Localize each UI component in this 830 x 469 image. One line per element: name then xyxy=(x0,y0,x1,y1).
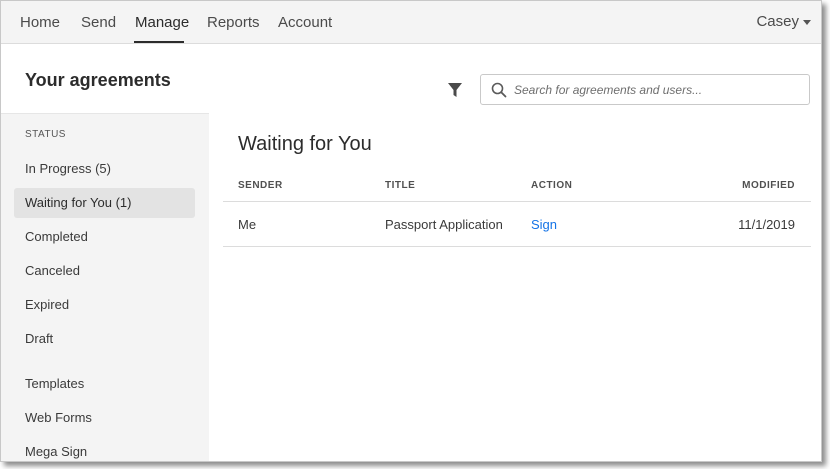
column-header-sender: SENDER xyxy=(238,180,283,191)
chevron-down-icon xyxy=(803,19,811,25)
sidebar-item-completed[interactable]: Completed xyxy=(14,222,195,252)
row-title: Passport Application xyxy=(385,217,503,232)
column-header-title: TITLE xyxy=(385,180,416,191)
sidebar-item-draft[interactable]: Draft xyxy=(14,324,195,354)
sidebar-item-in-progress[interactable]: In Progress (5) xyxy=(14,154,195,184)
sidebar-item-expired[interactable]: Expired xyxy=(14,290,195,320)
user-menu[interactable]: Casey xyxy=(756,13,811,30)
table-header-divider xyxy=(223,201,811,202)
column-header-modified: MODIFIED xyxy=(742,180,795,191)
search-input[interactable] xyxy=(514,79,804,101)
row-sender: Me xyxy=(238,217,257,232)
app-window: Home Send Manage Reports Account Casey Y… xyxy=(0,0,822,462)
filter-icon[interactable] xyxy=(447,82,463,98)
sidebar-heading: STATUS xyxy=(25,129,66,140)
page-header: Your agreements xyxy=(1,45,821,113)
row-modified: 11/1/2019 xyxy=(738,217,795,232)
nav-send[interactable]: Send xyxy=(81,14,116,31)
sign-link[interactable]: Sign xyxy=(531,217,557,232)
nav-account[interactable]: Account xyxy=(278,14,332,31)
sidebar-item-mega-sign[interactable]: Mega Sign xyxy=(14,437,195,461)
main-content: Waiting for You SENDER TITLE ACTION MODI… xyxy=(209,113,821,461)
sidebar-item-web-forms[interactable]: Web Forms xyxy=(14,403,195,433)
nav-home[interactable]: Home xyxy=(20,14,60,31)
column-header-action: ACTION xyxy=(531,180,573,191)
search-box[interactable] xyxy=(480,74,810,105)
section-title: Waiting for You xyxy=(238,133,372,155)
sidebar: STATUS In Progress (5) Waiting for You (… xyxy=(1,113,209,461)
page-title: Your agreements xyxy=(25,70,171,90)
nav-manage[interactable]: Manage xyxy=(135,14,189,31)
sidebar-item-templates[interactable]: Templates xyxy=(14,369,195,399)
user-name: Casey xyxy=(756,13,799,30)
active-tab-indicator xyxy=(134,41,184,43)
sidebar-item-waiting-for-you[interactable]: Waiting for You (1) xyxy=(14,188,195,218)
sidebar-item-canceled[interactable]: Canceled xyxy=(14,256,195,286)
nav-reports[interactable]: Reports xyxy=(207,14,260,31)
table-row-divider xyxy=(223,246,811,247)
search-icon xyxy=(491,82,507,98)
top-nav: Home Send Manage Reports Account Casey xyxy=(1,1,821,44)
